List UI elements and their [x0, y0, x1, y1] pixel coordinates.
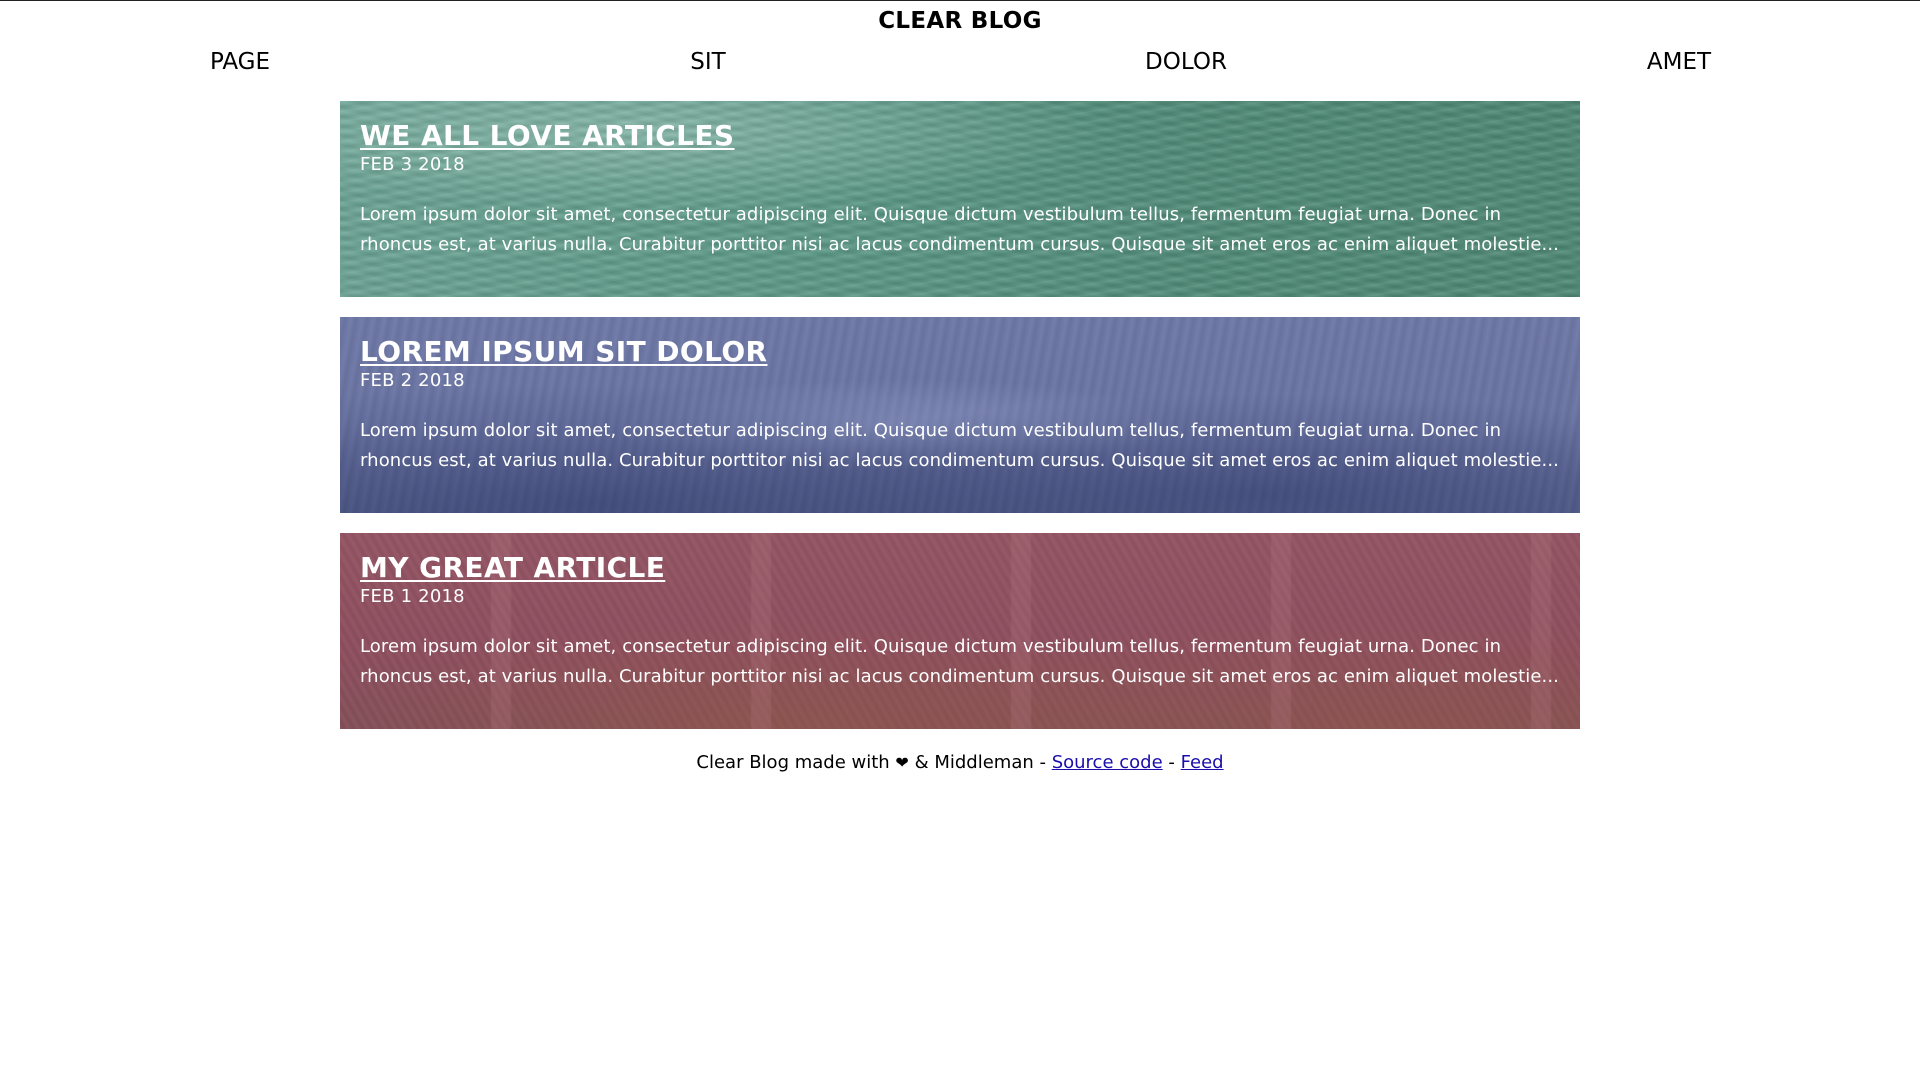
post-date: FEB 2 2018 — [360, 370, 465, 391]
post-title-link[interactable]: MY GREAT ARTICLE — [360, 551, 665, 585]
post-list: WE ALL LOVE ARTICLES FEB 3 2018 Lorem ip… — [340, 101, 1580, 749]
post-title-link[interactable]: WE ALL LOVE ARTICLES — [360, 119, 734, 153]
footer-text: Clear Blog made with — [696, 752, 890, 773]
site-footer: Clear Blog made with ❤ & Middleman - Sou… — [0, 750, 1920, 776]
nav-item-amet[interactable]: AMET — [1647, 48, 1711, 76]
post-card: LOREM IPSUM SIT DOLOR FEB 2 2018 Lorem i… — [340, 317, 1580, 513]
post-excerpt: Lorem ipsum dolor sit amet, consectetur … — [360, 636, 1559, 687]
post-date: FEB 1 2018 — [360, 586, 465, 607]
heart-icon: ❤ — [895, 753, 909, 772]
nav-item-page[interactable]: PAGE — [210, 48, 270, 76]
nav-item-sit[interactable]: SIT — [690, 48, 725, 76]
post-excerpt: Lorem ipsum dolor sit amet, consectetur … — [360, 420, 1559, 471]
source-code-link[interactable]: Source code — [1052, 752, 1163, 773]
post-excerpt: Lorem ipsum dolor sit amet, consectetur … — [360, 204, 1559, 255]
feed-link[interactable]: Feed — [1181, 752, 1224, 773]
footer-text-middle: & Middleman - — [914, 752, 1046, 773]
site-header: CLEAR BLOG PAGE SIT DOLOR AMET — [0, 1, 1920, 82]
top-nav: PAGE SIT DOLOR AMET — [0, 40, 1920, 82]
site-title: CLEAR BLOG — [878, 8, 1042, 34]
post-date: FEB 3 2018 — [360, 154, 465, 175]
post-card: MY GREAT ARTICLE FEB 1 2018 Lorem ipsum … — [340, 533, 1580, 729]
nav-item-dolor[interactable]: DOLOR — [1145, 48, 1227, 76]
footer-separator: - — [1168, 752, 1175, 773]
post-title-link[interactable]: LOREM IPSUM SIT DOLOR — [360, 335, 767, 369]
post-card: WE ALL LOVE ARTICLES FEB 3 2018 Lorem ip… — [340, 101, 1580, 297]
